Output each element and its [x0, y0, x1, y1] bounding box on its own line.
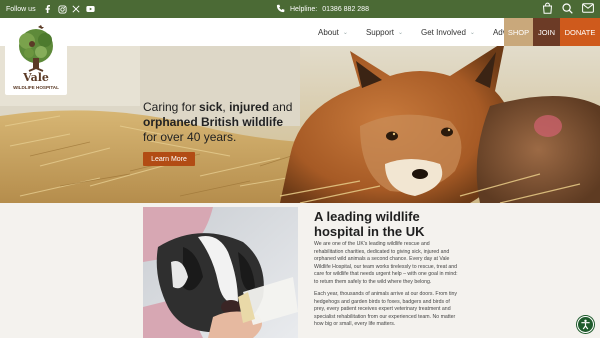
intro-heading: A leading wildlife hospital in the UK [314, 209, 425, 239]
chevron-down-icon: ⌄ [342, 29, 348, 36]
donate-button[interactable]: DONATE [560, 18, 600, 46]
top-bar: Follow us Helpline: 01386 882 288 [0, 0, 600, 18]
accessibility-icon [581, 319, 590, 330]
mail-icon[interactable] [582, 3, 594, 15]
hero-text-bold: injured [229, 100, 270, 114]
helpline-number[interactable]: 01386 882 288 [322, 6, 369, 13]
nav-item-label: Get Involved [421, 27, 466, 37]
nav-item-support[interactable]: Support ⌄ [357, 28, 412, 37]
nav-item-get-involved[interactable]: Get Involved ⌄ [412, 28, 484, 37]
nav-item-label: About [318, 27, 339, 37]
site-logo[interactable]: Vale WILDLIFE HOSPITAL [5, 22, 67, 95]
helpline-label: Helpline: [290, 5, 318, 13]
hero-tagline: Caring for sick, injured and orphaned Br… [143, 100, 313, 145]
chevron-down-icon: ⌄ [469, 29, 475, 36]
badger-cub-feeding-photo [143, 207, 298, 338]
nav-item-label: Support [365, 27, 394, 37]
hero-text-part: Caring for [143, 100, 200, 114]
facebook-icon[interactable] [44, 5, 53, 14]
chevron-down-icon: ⌄ [397, 29, 403, 36]
logo-subtitle: WILDLIFE HOSPITAL [13, 85, 59, 90]
intro-section: A leading wildlife hospital in the UK We… [0, 203, 600, 338]
instagram-icon[interactable] [58, 4, 67, 14]
intro-paragraph: Each year, thousands of animals arrive a… [314, 291, 458, 328]
follow-label: Follow us [6, 5, 36, 13]
search-icon[interactable] [562, 2, 573, 16]
hero-text-part: and [269, 100, 293, 114]
youtube-icon[interactable] [85, 5, 95, 14]
hero-banner: Caring for sick, injured and orphaned Br… [0, 46, 600, 203]
badger-cub-image [143, 207, 298, 338]
intro-paragraph: We are one of the UK's leading wildlife … [314, 241, 458, 285]
learn-more-button[interactable]: Learn More [143, 152, 195, 166]
tree-logo-graphic: Vale WILDLIFE HOSPITAL [13, 25, 59, 90]
hero-text-bold: orphaned British wildlife [143, 115, 284, 129]
hero-text-bold: sick [199, 100, 223, 114]
hero-text-part: for over 40 years. [143, 130, 237, 144]
shop-button[interactable]: SHOP [504, 18, 533, 46]
header-actions [542, 0, 594, 18]
helpline[interactable]: Helpline: 01386 882 288 [276, 0, 369, 18]
accessibility-button[interactable] [577, 316, 594, 333]
logo-name: Vale [22, 71, 49, 84]
nav-item-about[interactable]: About ⌄ [309, 28, 357, 37]
x-icon[interactable] [72, 5, 81, 14]
bag-icon[interactable] [542, 2, 553, 16]
social-links: Follow us [6, 0, 95, 18]
join-button[interactable]: JOIN [533, 18, 560, 46]
phone-icon [276, 4, 285, 15]
nav-menu: About ⌄ Support ⌄ Get Involved ⌄ Advice … [309, 18, 535, 46]
